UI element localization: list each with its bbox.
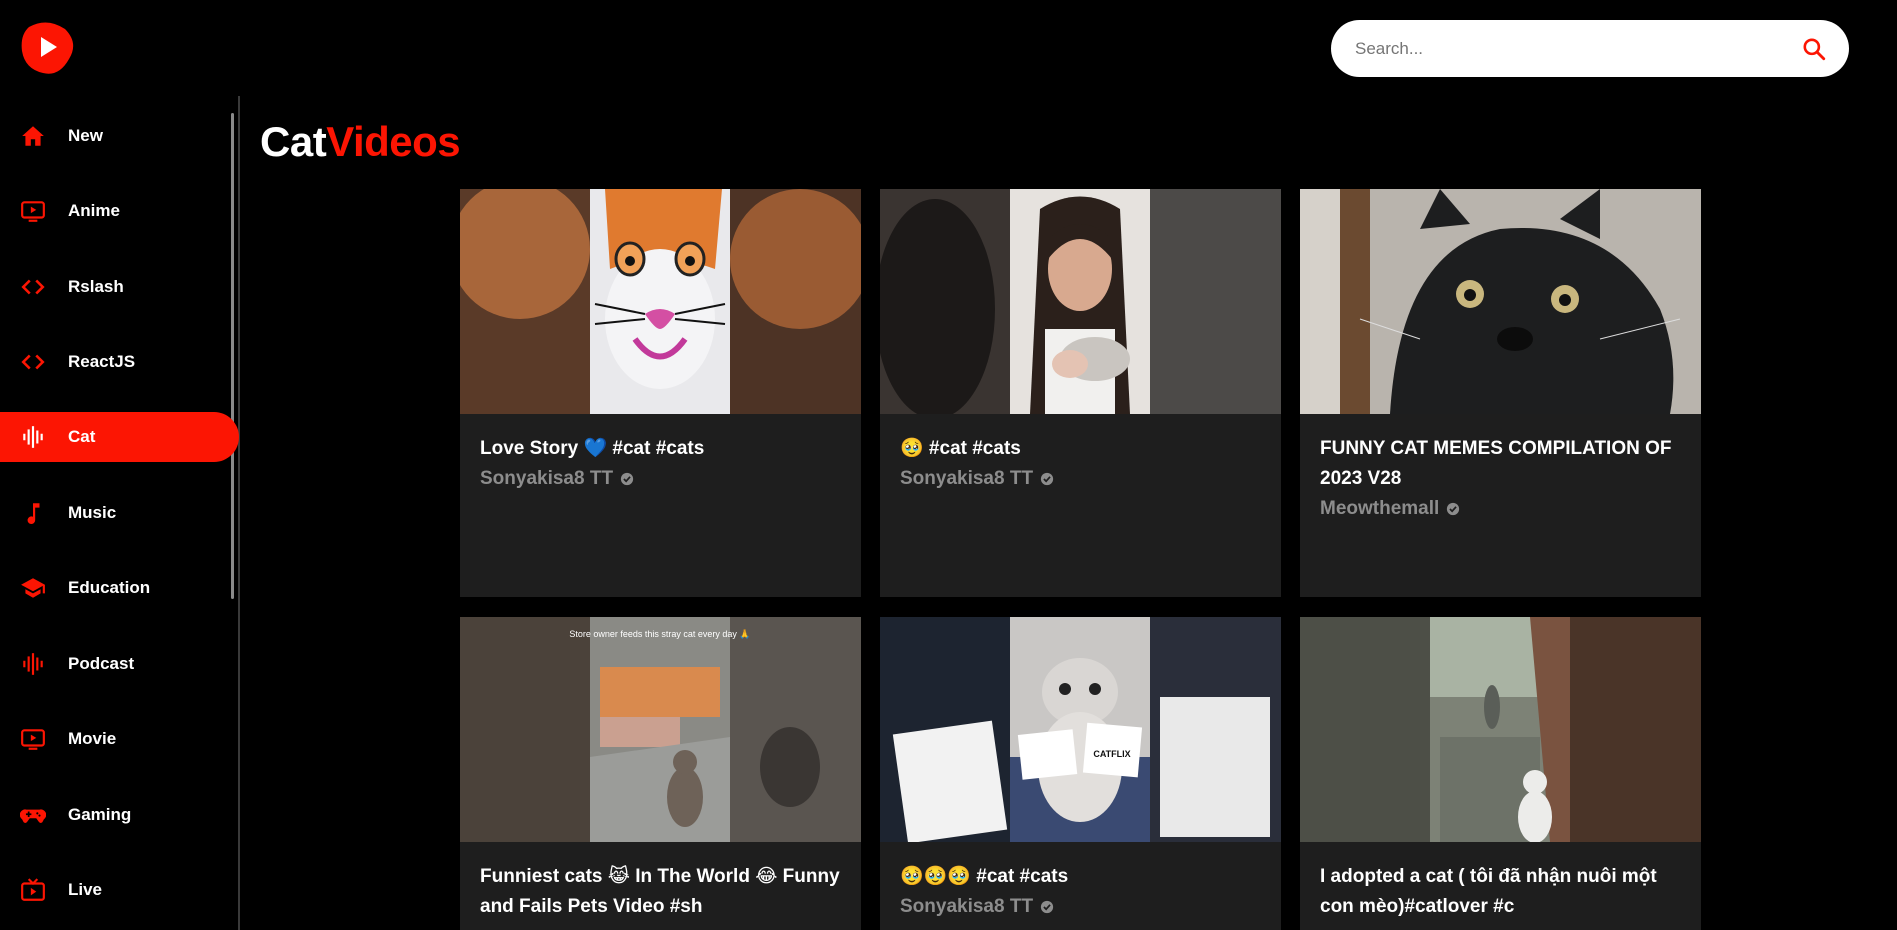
sidebar-item-education[interactable]: Education <box>0 563 239 613</box>
page-title-accent: Videos <box>326 118 461 165</box>
code-icon <box>20 349 46 375</box>
channel-name[interactable]: Sonyakisa8 TT <box>900 892 1033 922</box>
search-bar <box>1331 20 1849 77</box>
channel-name[interactable]: Sonyakisa8 TT <box>900 464 1033 494</box>
video-channel[interactable]: Meowthemall <box>1320 494 1681 524</box>
music-note-icon <box>20 500 46 526</box>
video-thumbnail[interactable] <box>1300 617 1701 842</box>
video-thumbnail[interactable] <box>1300 189 1701 414</box>
verified-check-icon <box>1040 472 1054 486</box>
sidebar-item-movie[interactable]: Movie <box>0 714 239 764</box>
sidebar-item-label: Rslash <box>68 277 124 296</box>
sidebar-item-podcast[interactable]: Podcast <box>0 639 239 689</box>
sidebar-item-label: New <box>68 126 103 145</box>
gamepad-icon <box>20 802 46 828</box>
sidebar-item-anime[interactable]: Anime <box>0 186 239 236</box>
sidebar-item-label: Movie <box>68 729 117 748</box>
thumb-caption: CATFLIX <box>1093 749 1130 759</box>
thumb-caption: Store owner feeds this stray cat every d… <box>569 629 750 639</box>
graphic-eq-icon <box>20 424 46 450</box>
video-channel[interactable]: Sonyakisa8 TT <box>900 892 1261 922</box>
video-title[interactable]: FUNNY CAT MEMES COMPILATION OF 2023 V28 <box>1320 434 1681 494</box>
sidebar-item-new[interactable]: New <box>0 111 239 161</box>
page-title: CatVideos <box>260 118 461 166</box>
verified-check-icon <box>1040 900 1054 914</box>
sidebar-item-cat[interactable]: Cat <box>0 412 239 462</box>
sidebar-item-label: Live <box>68 880 103 899</box>
sidebar-item-gaming[interactable]: Gaming <box>0 790 239 840</box>
video-thumbnail[interactable] <box>880 189 1281 414</box>
video-title[interactable]: Funniest cats 😹 In The World 😂 Funny and… <box>480 862 841 922</box>
live-tv-icon <box>20 877 46 903</box>
sidebar-item-label: Gaming <box>68 805 132 824</box>
video-thumbnail[interactable]: CATFLIX <box>880 617 1281 842</box>
video-thumbnail[interactable] <box>460 189 861 414</box>
video-channel[interactable]: Sonyakisa8 TT <box>480 464 841 494</box>
video-card[interactable]: 🥹 #cat #cats Sonyakisa8 TT <box>880 189 1281 597</box>
graphic-eq-icon <box>20 651 46 677</box>
home-icon <box>20 123 46 149</box>
search-icon[interactable] <box>1801 36 1827 62</box>
tv-play-icon <box>20 198 46 224</box>
sidebar-item-rslash[interactable]: Rslash <box>0 262 239 312</box>
school-icon <box>20 575 46 601</box>
logo-icon <box>21 22 74 74</box>
search-input[interactable] <box>1353 37 1801 60</box>
sidebar-item-label: Anime <box>68 201 120 220</box>
sidebar-item-label: Cat <box>68 427 96 446</box>
sidebar-item-label: Music <box>68 503 117 522</box>
sidebar-item-label: Podcast <box>68 654 135 673</box>
logo[interactable] <box>19 19 75 75</box>
channel-name[interactable]: Sonyakisa8 TT <box>480 464 613 494</box>
video-card[interactable]: FUNNY CAT MEMES COMPILATION OF 2023 V28 … <box>1300 189 1701 597</box>
video-thumbnail[interactable]: Store owner feeds this stray cat every d… <box>460 617 861 842</box>
sidebar-item-live[interactable]: Live <box>0 865 239 915</box>
video-title[interactable]: 🥹 #cat #cats <box>900 434 1261 464</box>
video-title[interactable]: I adopted a cat ( tôi đã nhận nuôi một c… <box>1320 862 1681 922</box>
page-title-main: Cat <box>260 118 327 165</box>
sidebar-item-label: ReactJS <box>68 352 136 371</box>
video-card[interactable]: Store owner feeds this stray cat every d… <box>460 617 861 930</box>
video-title[interactable]: Love Story 💙 #cat #cats <box>480 434 841 464</box>
sidebar-item-music[interactable]: Music <box>0 488 239 538</box>
video-channel[interactable]: Sonyakisa8 TT <box>900 464 1261 494</box>
tv-play-icon <box>20 726 46 752</box>
video-card[interactable]: Love Story 💙 #cat #cats Sonyakisa8 TT <box>460 189 861 597</box>
code-icon <box>20 274 46 300</box>
video-title[interactable]: 🥹🥹🥹 #cat #cats <box>900 862 1261 892</box>
verified-check-icon <box>620 472 634 486</box>
sidebar-item-reactjs[interactable]: ReactJS <box>0 337 239 387</box>
verified-check-icon <box>1447 502 1460 516</box>
video-card[interactable]: CATFLIX 🥹🥹🥹 #cat #cats Sonyakisa8 TT <box>880 617 1281 930</box>
sidebar-item-label: Education <box>68 578 151 597</box>
channel-name[interactable]: Meowthemall <box>1320 494 1439 524</box>
video-card[interactable]: I adopted a cat ( tôi đã nhận nuôi một c… <box>1300 617 1701 930</box>
